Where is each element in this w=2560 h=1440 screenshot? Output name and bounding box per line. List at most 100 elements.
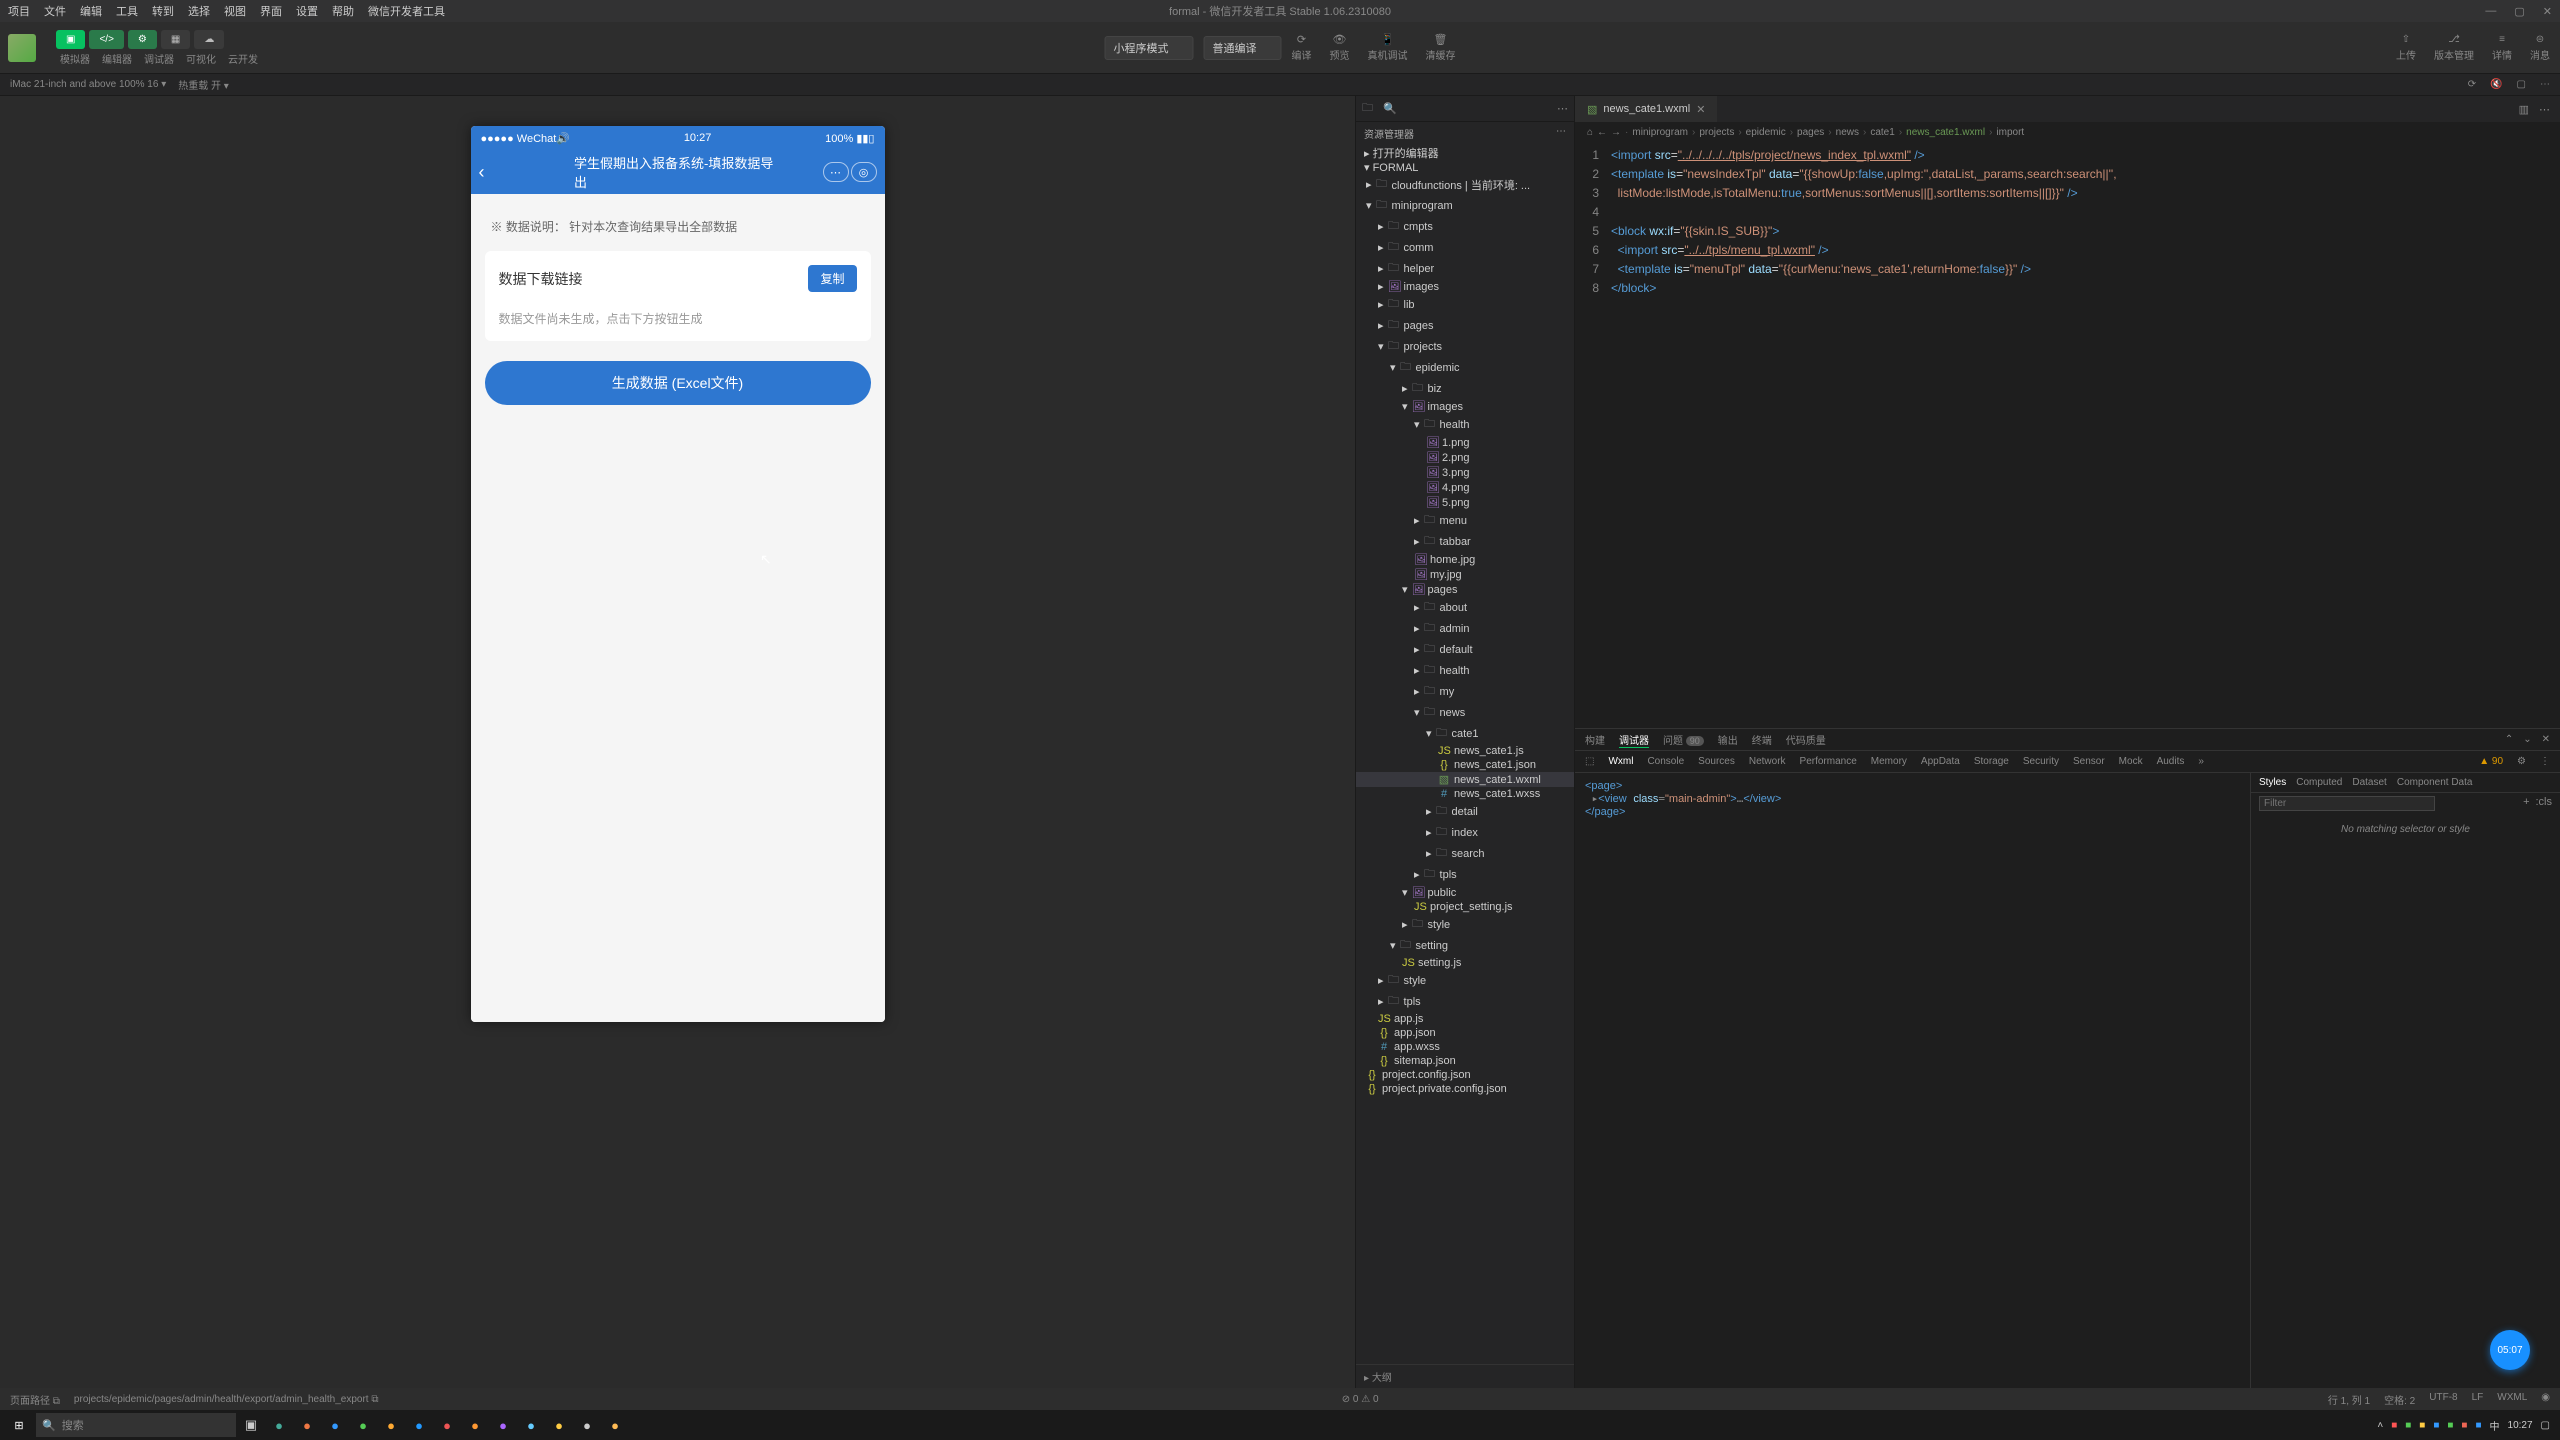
taskbar-search[interactable]: 🔍搜索 (36, 1413, 236, 1437)
dt-tab-debugger[interactable]: 调试器 (1619, 732, 1649, 748)
remote-debug-icon[interactable]: 📱 (1381, 33, 1395, 46)
menu-ui[interactable]: 界面 (260, 3, 282, 19)
folder-node[interactable]: ▸ 🗀 index (1356, 822, 1574, 843)
file-node[interactable]: 🖼 home.jpg (1356, 552, 1574, 567)
taskbar-app-3[interactable]: ● (322, 1412, 348, 1438)
taskbar-app-8[interactable]: ● (462, 1412, 488, 1438)
dtb-more-icon[interactable]: » (2198, 756, 2204, 767)
capsule-menu-icon[interactable]: ⋯ (823, 162, 849, 182)
dt-expand-icon[interactable]: ⌄ (2523, 734, 2531, 745)
styles-filter-input[interactable] (2259, 796, 2435, 811)
add-style-icon[interactable]: + (2523, 796, 2529, 808)
dtb-wxml[interactable]: Wxml (1608, 756, 1633, 767)
tray-icon-6[interactable]: ■ (2461, 1420, 2467, 1431)
select-compile-mode[interactable]: 普通编译 (1204, 36, 1282, 60)
file-node[interactable]: 🖼 5.png (1356, 495, 1574, 510)
crumb-5[interactable]: cate1 (1870, 127, 1894, 138)
tab-close-icon[interactable]: ✕ (1696, 103, 1705, 116)
dt-tab-quality[interactable]: 代码质量 (1786, 732, 1826, 747)
dom-tree[interactable]: <page> ▸<view class="main-admin">…</view… (1575, 773, 2250, 1388)
folder-node[interactable]: ▾ 🗀 miniprogram (1356, 195, 1574, 216)
crumb-home-icon[interactable]: ⌂ (1587, 127, 1593, 138)
taskbar-app-2[interactable]: ● (294, 1412, 320, 1438)
close-icon[interactable]: ✕ (2543, 5, 2552, 18)
crumb-fwd-icon[interactable]: → (1611, 127, 1621, 138)
dtb-audits[interactable]: Audits (2157, 756, 2185, 767)
crumb-0[interactable]: miniprogram (1632, 127, 1688, 138)
preview-icon[interactable]: 👁 (1333, 33, 1347, 46)
section-root[interactable]: ▾ FORMAL (1356, 161, 1574, 174)
menu-file[interactable]: 文件 (44, 3, 66, 19)
tray-up-icon[interactable]: ˄ (2377, 1420, 2383, 1431)
dtb-appdata[interactable]: AppData (1921, 756, 1960, 767)
dtb-performance[interactable]: Performance (1800, 756, 1857, 767)
file-node[interactable]: 🖼 my.jpg (1356, 567, 1574, 582)
folder-node[interactable]: ▸ 🗀 tpls (1356, 991, 1574, 1012)
file-node[interactable]: {} news_cate1.json (1356, 758, 1574, 772)
dtb-warnings[interactable]: ▲ 90 (2479, 756, 2503, 767)
file-node[interactable]: # app.wxss (1356, 1040, 1574, 1054)
folder-node[interactable]: ▸ 🗀 comm (1356, 237, 1574, 258)
dt-close-icon[interactable]: ✕ (2542, 734, 2550, 745)
st-computed[interactable]: Computed (2296, 777, 2342, 788)
taskbar-app-12[interactable]: ● (574, 1412, 600, 1438)
folder-node[interactable]: ▸ 🗀 admin (1356, 618, 1574, 639)
status-bell-icon[interactable]: ◉ (2541, 1392, 2550, 1407)
dtb-memory[interactable]: Memory (1871, 756, 1907, 767)
capsule-close-icon[interactable]: ◎ (851, 162, 877, 182)
file-node[interactable]: JS news_cate1.js (1356, 744, 1574, 758)
file-node[interactable]: JS project_setting.js (1356, 900, 1574, 914)
folder-node[interactable]: ▸ 🗀 lib (1356, 294, 1574, 315)
tray-ime[interactable]: 中 (2490, 1418, 2500, 1433)
dtb-network[interactable]: Network (1749, 756, 1786, 767)
file-node[interactable]: 🖼 3.png (1356, 465, 1574, 480)
status-page-path-label[interactable]: 页面路径 ⧉ (10, 1392, 60, 1407)
file-node[interactable]: {} sitemap.json (1356, 1054, 1574, 1068)
taskbar-app-11[interactable]: ● (546, 1412, 572, 1438)
search-tab-icon[interactable]: 🔍 (1383, 102, 1397, 115)
folder-node[interactable]: ▸ 🗀 biz (1356, 378, 1574, 399)
folder-node[interactable]: ▸ 🗀 my (1356, 681, 1574, 702)
upload-icon[interactable]: ⇧ (2402, 34, 2410, 45)
status-indent[interactable]: 空格: 2 (2384, 1392, 2415, 1407)
file-node[interactable]: {} project.private.config.json (1356, 1082, 1574, 1096)
taskbar-app-4[interactable]: ● (350, 1412, 376, 1438)
taskbar-app-9[interactable]: ● (490, 1412, 516, 1438)
menu-project[interactable]: 项目 (8, 3, 30, 19)
folder-node[interactable]: ▾ 🗀 news (1356, 702, 1574, 723)
tray-clock[interactable]: 10:27 (2508, 1420, 2533, 1431)
status-lang[interactable]: WXML (2497, 1392, 2527, 1407)
crumb-7[interactable]: import (1996, 127, 2024, 138)
version-icon[interactable]: ⎇ (2448, 34, 2460, 45)
folder-node[interactable]: ▾ 🖼 images (1356, 399, 1574, 414)
dtb-menu-icon[interactable]: ⋮ (2540, 756, 2550, 767)
folder-node[interactable]: ▸ 🗀 cmpts (1356, 216, 1574, 237)
file-node[interactable]: 🖼 4.png (1356, 480, 1574, 495)
folder-node[interactable]: ▸ 🗀 pages (1356, 315, 1574, 336)
menu-edit[interactable]: 编辑 (80, 3, 102, 19)
explorer-more-icon[interactable]: ⋯ (1556, 126, 1566, 141)
code-editor[interactable]: 1<import src="../../../../../tpls/projec… (1575, 142, 2560, 728)
dt-inspect-icon[interactable]: ⬚ (1585, 756, 1594, 767)
split-icon[interactable]: ▥ (2519, 103, 2529, 116)
st-styles[interactable]: Styles (2259, 777, 2286, 788)
taskbar-app-1[interactable]: ● (266, 1412, 292, 1438)
more-icon[interactable]: ⋯ (2540, 79, 2550, 90)
maximize-icon[interactable]: ▢ (2514, 5, 2524, 18)
messages-icon[interactable]: ⊜ (2536, 34, 2544, 45)
folder-node[interactable]: ▾ 🗀 cate1 (1356, 723, 1574, 744)
menu-select[interactable]: 选择 (188, 3, 210, 19)
folder-node[interactable]: ▸ 🗀 default (1356, 639, 1574, 660)
tray-icon-7[interactable]: ■ (2475, 1420, 2481, 1431)
taskbar-app-10[interactable]: ● (518, 1412, 544, 1438)
mute-icon[interactable]: 🔇 (2490, 79, 2502, 90)
menu-help[interactable]: 帮助 (332, 3, 354, 19)
device-selector[interactable]: iMac 21-inch and above 100% 16 ▾ (10, 79, 166, 90)
folder-node[interactable]: ▸ 🗀 helper (1356, 258, 1574, 279)
tray-icon-5[interactable]: ■ (2447, 1420, 2453, 1431)
st-dataset[interactable]: Dataset (2352, 777, 2386, 788)
mode-cloud[interactable]: ☁ (194, 30, 224, 49)
select-app-mode[interactable]: 小程序模式 (1105, 36, 1194, 60)
dtb-settings-icon[interactable]: ⚙ (2517, 756, 2526, 767)
floating-timer[interactable]: 05:07 (2490, 1330, 2530, 1370)
